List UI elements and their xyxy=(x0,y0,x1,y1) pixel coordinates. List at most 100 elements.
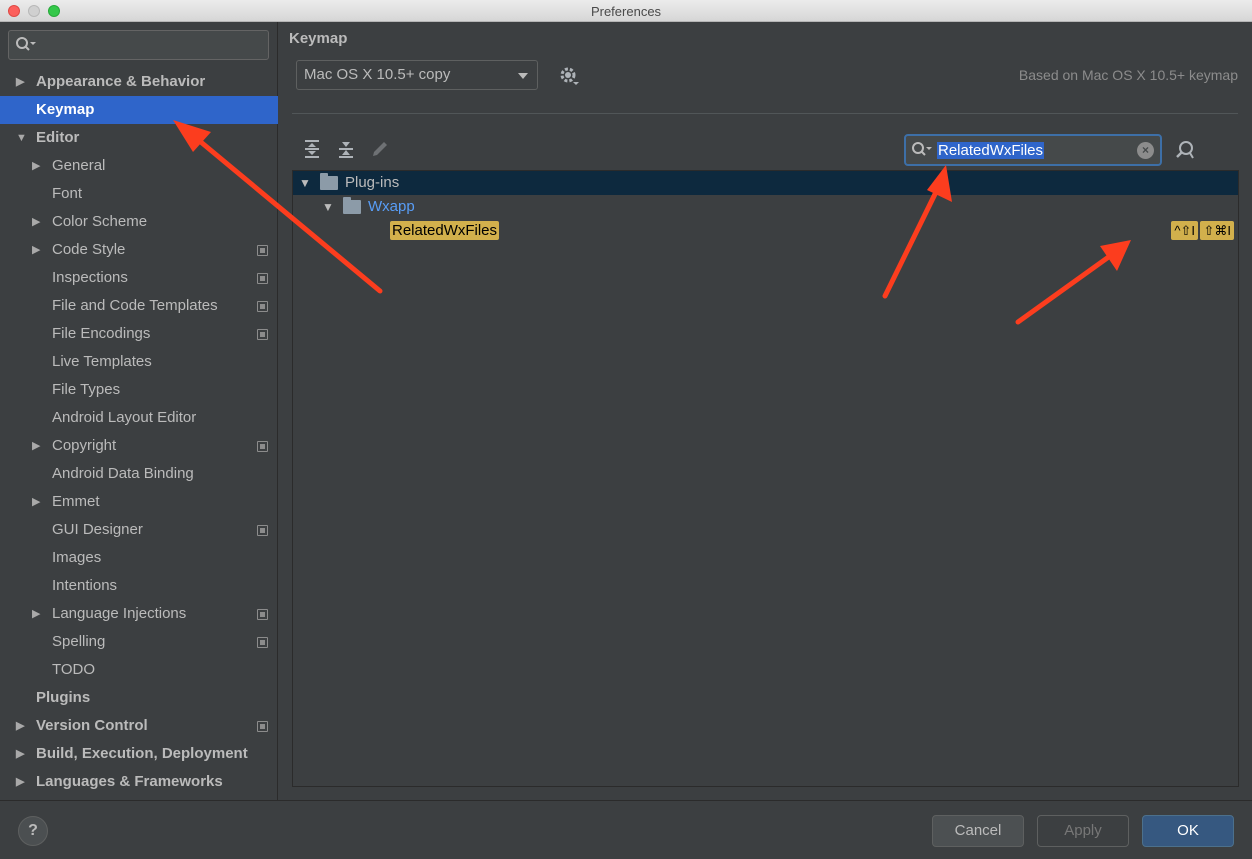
sidebar-item-label: Android Layout Editor xyxy=(52,409,197,426)
help-button[interactable]: ? xyxy=(18,816,48,846)
keymap-based-on-note: Based on Mac OS X 10.5+ keymap xyxy=(1018,67,1238,83)
keymap-select-value: Mac OS X 10.5+ copy xyxy=(304,66,451,83)
collapsed-arrow-icon[interactable]: ▶ xyxy=(16,740,24,768)
title-bar: Preferences xyxy=(0,0,1252,22)
collapsed-arrow-icon[interactable]: ▶ xyxy=(16,768,24,796)
sidebar-item-label: Plugins xyxy=(36,689,91,706)
folder-icon xyxy=(320,173,338,190)
sidebar-item-general[interactable]: ▶ General xyxy=(0,152,278,180)
sidebar-item-label: General xyxy=(52,157,106,174)
tree-folder-label: Plug-ins xyxy=(345,174,400,191)
cancel-button[interactable]: Cancel xyxy=(932,815,1024,847)
expanded-arrow-icon[interactable]: ▼ xyxy=(322,195,334,219)
sidebar-item-todo[interactable]: TODO xyxy=(0,656,278,684)
sidebar-item-file-encodings[interactable]: File Encodings xyxy=(0,320,278,348)
project-scope-icon xyxy=(257,301,268,312)
collapsed-arrow-icon[interactable]: ▶ xyxy=(16,68,24,96)
sidebar-item-android-data-binding[interactable]: Android Data Binding xyxy=(0,460,278,488)
search-icon[interactable] xyxy=(911,141,935,163)
tree-action-relatedwxfiles[interactable]: RelatedWxFiles ^⇧I ⇧⌘I xyxy=(293,219,1238,243)
sidebar-item-label: Intentions xyxy=(52,577,118,594)
gear-icon[interactable] xyxy=(559,66,579,86)
sidebar-item-language-injections[interactable]: ▶ Language Injections xyxy=(0,600,278,628)
sidebar-item-label: Emmet xyxy=(52,493,100,510)
sidebar-item-languages-frameworks[interactable]: ▶ Languages & Frameworks xyxy=(0,768,278,796)
sidebar-item-label: GUI Designer xyxy=(52,521,143,538)
project-scope-icon xyxy=(257,441,268,452)
collapsed-arrow-icon[interactable]: ▶ xyxy=(16,712,24,740)
sidebar-item-plugins[interactable]: Plugins xyxy=(0,684,278,712)
sidebar-item-file-and-code-templates[interactable]: File and Code Templates xyxy=(0,292,278,320)
expanded-arrow-icon[interactable]: ▼ xyxy=(299,171,311,195)
collapsed-arrow-icon[interactable]: ▶ xyxy=(32,208,40,236)
sidebar-item-build-execution-deployment[interactable]: ▶ Build, Execution, Deployment xyxy=(0,740,278,768)
sidebar-item-gui-designer[interactable]: GUI Designer xyxy=(0,516,278,544)
sidebar-item-label: Appearance & Behavior xyxy=(36,73,206,90)
tree-folder-wxapp[interactable]: ▼ Wxapp xyxy=(293,195,1238,219)
sidebar-item-color-scheme[interactable]: ▶ Color Scheme xyxy=(0,208,278,236)
search-icon[interactable] xyxy=(15,36,37,58)
sidebar-item-images[interactable]: Images xyxy=(0,544,278,572)
clear-search-icon[interactable]: × xyxy=(1137,142,1154,159)
sidebar-item-inspections[interactable]: Inspections xyxy=(0,264,278,292)
sidebar-item-intentions[interactable]: Intentions xyxy=(0,572,278,600)
sidebar-item-version-control[interactable]: ▶ Version Control xyxy=(0,712,278,740)
collapse-all-icon[interactable] xyxy=(336,139,356,159)
sidebar-item-label: Code Style xyxy=(52,241,126,258)
sidebar-item-label: Keymap xyxy=(36,101,95,118)
project-scope-icon xyxy=(257,245,268,256)
search-query-text: RelatedWxFiles xyxy=(937,142,1045,159)
edit-pencil-icon[interactable] xyxy=(370,139,390,159)
settings-tree: ▶ Appearance & Behavior Keymap ▼ Editor ▶ Gene… xyxy=(0,68,278,796)
sidebar-item-label: TODO xyxy=(52,661,96,678)
sidebar-item-label: Copyright xyxy=(52,437,117,454)
shortcut-badge: ^⇧I xyxy=(1171,221,1198,240)
sidebar-item-file-types[interactable]: File Types xyxy=(0,376,278,404)
sidebar-item-emmet[interactable]: ▶ Emmet xyxy=(0,488,278,516)
sidebar-item-editor[interactable]: ▼ Editor xyxy=(0,124,278,152)
sidebar-item-spelling[interactable]: Spelling xyxy=(0,628,278,656)
sidebar-item-label: Editor xyxy=(36,129,80,146)
project-scope-icon xyxy=(257,721,268,732)
collapsed-arrow-icon[interactable]: ▶ xyxy=(32,600,40,628)
folder-icon xyxy=(343,197,361,214)
sidebar-item-code-style[interactable]: ▶ Code Style xyxy=(0,236,278,264)
sidebar-item-label: Images xyxy=(52,549,102,566)
tree-folder-plug-ins[interactable]: ▼ Plug-ins xyxy=(293,171,1238,195)
dialog-footer: ? Cancel Apply OK xyxy=(0,800,1252,859)
project-scope-icon xyxy=(257,329,268,340)
chevron-down-icon xyxy=(518,73,528,79)
settings-search-input[interactable] xyxy=(8,30,269,60)
sidebar-item-label: File and Code Templates xyxy=(52,297,218,314)
collapsed-arrow-icon[interactable]: ▶ xyxy=(32,432,40,460)
sidebar-item-label: Inspections xyxy=(52,269,128,286)
sidebar-item-label: File Types xyxy=(52,381,121,398)
sidebar-item-font[interactable]: Font xyxy=(0,180,278,208)
keymap-actions-tree: ▼ Plug-ins ▼ Wxapp RelatedWxFiles ^⇧I ⇧⌘I xyxy=(292,170,1239,787)
sidebar-item-keymap[interactable]: Keymap xyxy=(0,96,278,124)
sidebar-item-label: Build, Execution, Deployment xyxy=(36,745,248,762)
collapsed-arrow-icon[interactable]: ▶ xyxy=(32,488,40,516)
keymap-panel: Keymap Mac OS X 10.5+ copy Based on Mac … xyxy=(279,22,1252,800)
divider xyxy=(292,113,1238,114)
expand-all-icon[interactable] xyxy=(302,139,322,159)
tree-action-label: RelatedWxFiles xyxy=(390,221,500,240)
expanded-arrow-icon[interactable]: ▼ xyxy=(16,124,27,152)
collapsed-arrow-icon[interactable]: ▶ xyxy=(32,152,40,180)
keymap-select[interactable]: Mac OS X 10.5+ copy xyxy=(296,60,538,90)
apply-button[interactable]: Apply xyxy=(1037,815,1129,847)
sidebar-item-android-layout-editor[interactable]: Android Layout Editor xyxy=(0,404,278,432)
sidebar-item-copyright[interactable]: ▶ Copyright xyxy=(0,432,278,460)
shortcut-badge: ⇧⌘I xyxy=(1200,221,1234,240)
page-title: Keymap xyxy=(289,30,348,47)
sidebar-item-label: Version Control xyxy=(36,717,148,734)
find-by-shortcut-icon[interactable] xyxy=(1174,139,1196,161)
tree-folder-label: Wxapp xyxy=(368,198,415,215)
collapsed-arrow-icon[interactable]: ▶ xyxy=(32,236,40,264)
keymap-search-input[interactable]: RelatedWxFiles × xyxy=(904,134,1162,166)
sidebar-item-live-templates[interactable]: Live Templates xyxy=(0,348,278,376)
ok-button[interactable]: OK xyxy=(1142,815,1234,847)
settings-sidebar: ▶ Appearance & Behavior Keymap ▼ Editor ▶ Gene… xyxy=(0,22,278,800)
sidebar-item-appearance-behavior[interactable]: ▶ Appearance & Behavior xyxy=(0,68,278,96)
sidebar-item-label: Languages & Frameworks xyxy=(36,773,223,790)
